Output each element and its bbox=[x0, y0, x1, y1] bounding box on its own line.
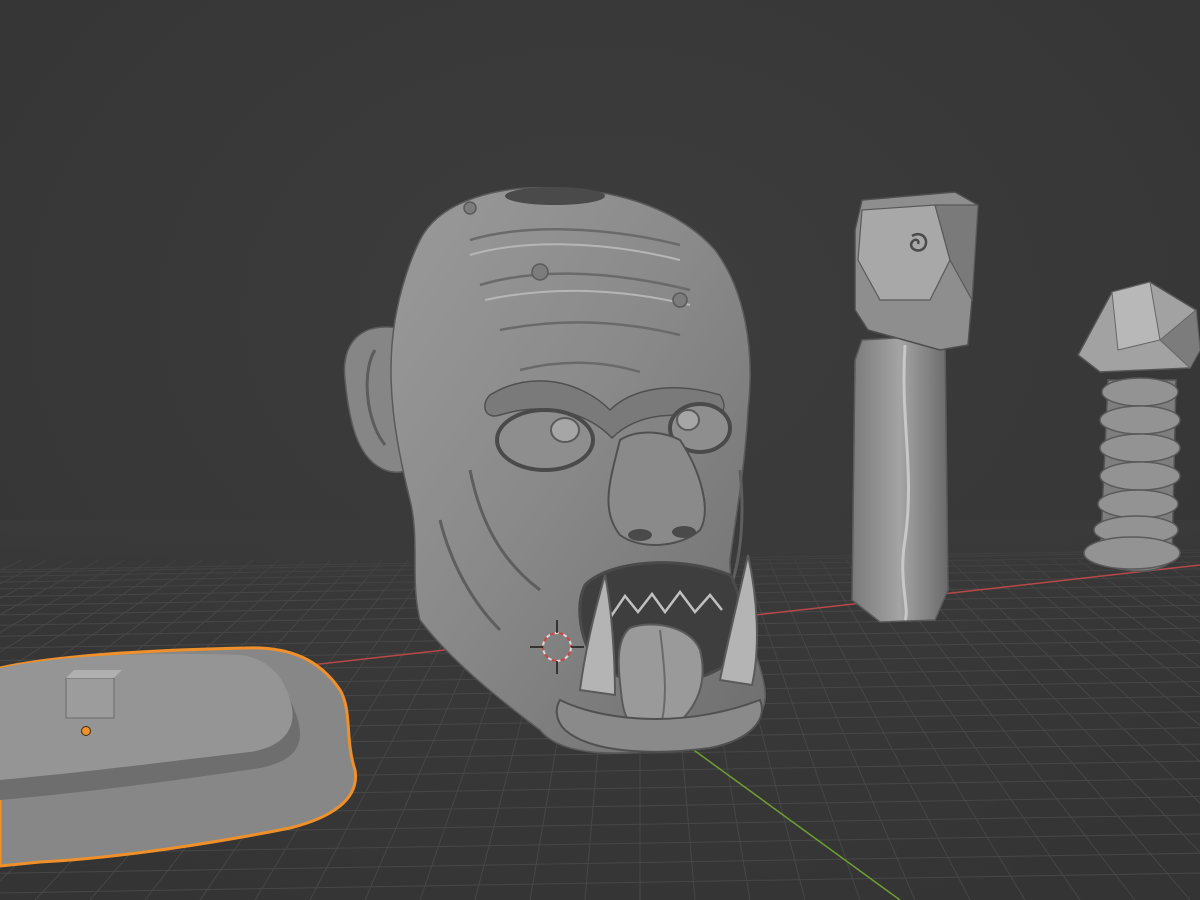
forehead-bump bbox=[672, 292, 688, 308]
left-eye bbox=[495, 408, 595, 472]
empty-object-box-top bbox=[66, 670, 122, 678]
viewport-scene[interactable] bbox=[0, 0, 1200, 900]
right-nostril bbox=[672, 526, 696, 538]
origin-dot bbox=[81, 726, 91, 736]
left-nostril bbox=[628, 529, 652, 541]
head-top-opening bbox=[505, 187, 605, 205]
forehead-bump bbox=[463, 201, 477, 215]
empty-object-box[interactable] bbox=[65, 677, 115, 719]
capital-facet bbox=[857, 204, 951, 301]
3d-viewport[interactable] bbox=[0, 0, 1200, 900]
pillar-shaft bbox=[851, 334, 949, 623]
left-eye-pupil bbox=[550, 417, 580, 443]
forehead-bump bbox=[531, 263, 549, 281]
right-eye-pupil bbox=[676, 409, 700, 431]
